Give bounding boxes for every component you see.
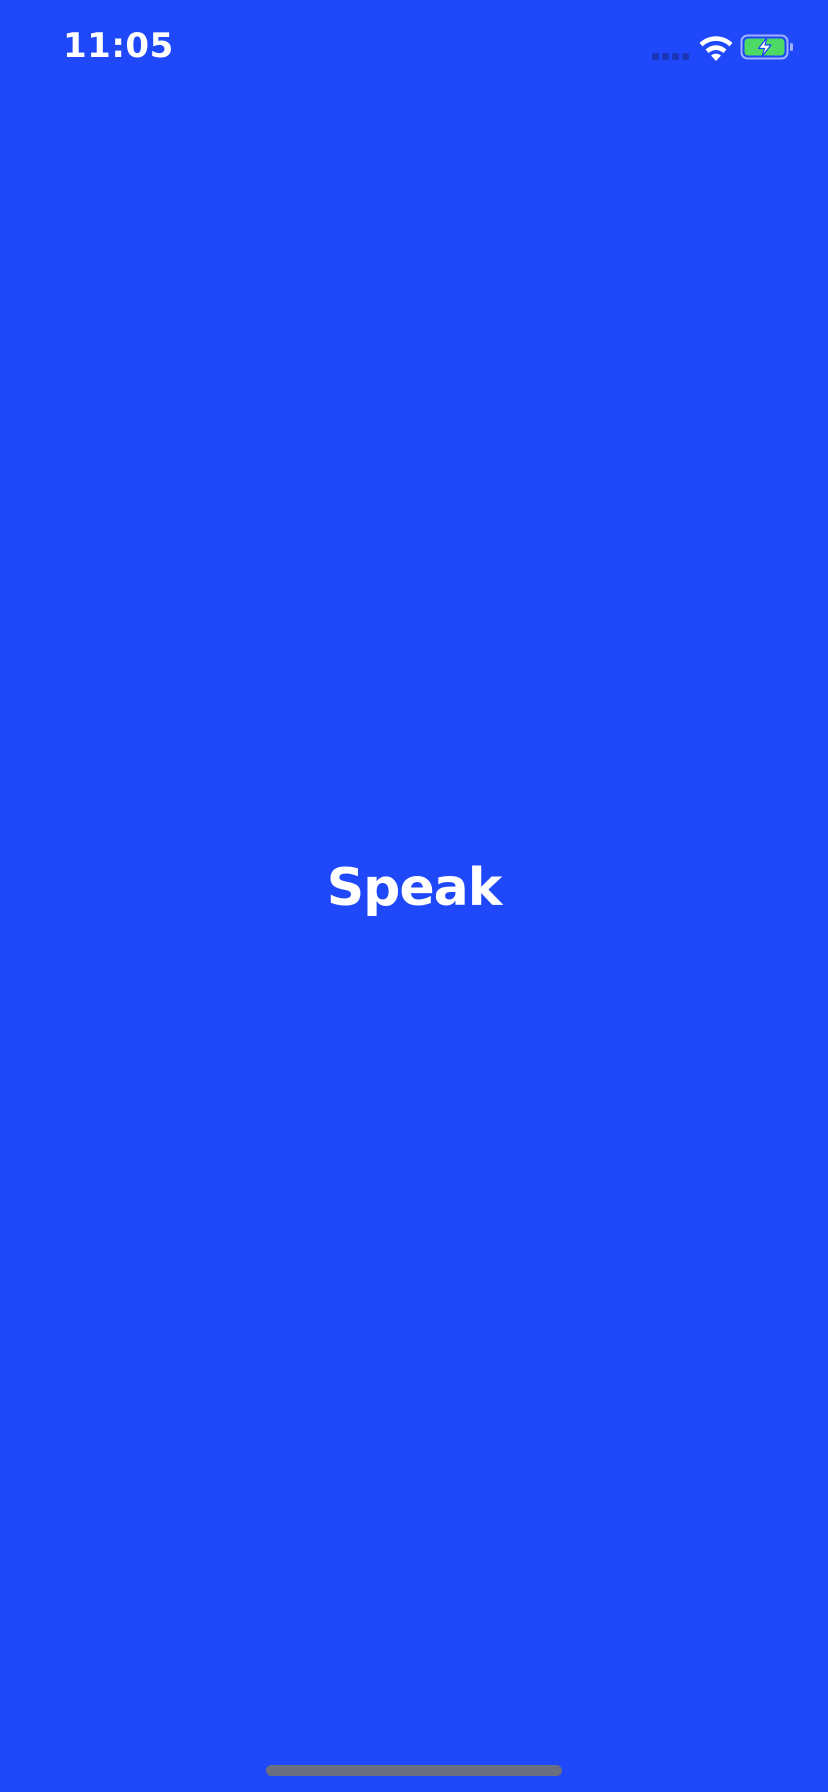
app-title: Speak: [326, 858, 503, 918]
cellular-signal-icon: [652, 53, 690, 61]
wifi-icon: [698, 34, 734, 62]
splash-screen: 11:05 Speak: [0, 0, 828, 1792]
home-indicator[interactable]: [266, 1765, 562, 1776]
status-bar: 11:05: [0, 0, 828, 100]
battery-charging-icon: [740, 34, 796, 60]
status-time: 11:05: [63, 26, 174, 66]
